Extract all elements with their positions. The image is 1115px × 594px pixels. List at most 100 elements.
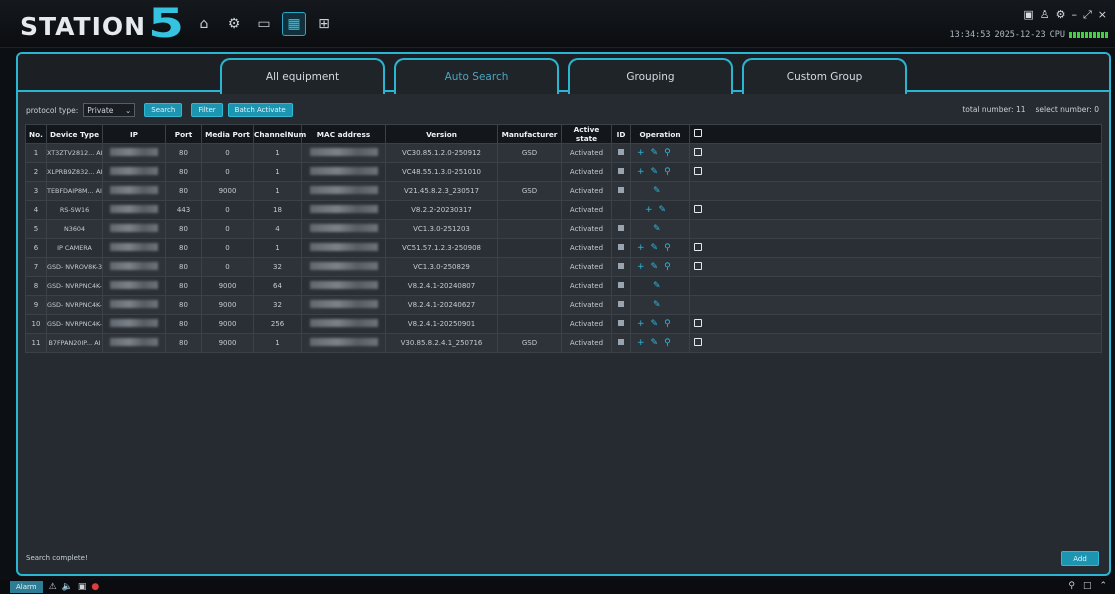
camera-icon[interactable]: ▭ — [252, 12, 276, 36]
gear-icon[interactable]: ⚙ — [1056, 8, 1066, 22]
id-card-icon[interactable] — [618, 149, 624, 155]
table-row[interactable]: 9GSD- NVRPNC4K-3... 80900032 V8.2.4.1-2024… — [25, 295, 1102, 315]
expand-icon[interactable]: ⌃ — [1099, 581, 1107, 591]
id-card-icon[interactable] — [618, 320, 624, 326]
cell-channel-num: 256 — [253, 314, 302, 334]
search-icon[interactable]: ⚲ — [664, 338, 671, 348]
col-header-operation[interactable]: Operation — [630, 124, 690, 144]
edit-icon[interactable]: ✎ — [653, 224, 661, 234]
add-icon[interactable]: + — [637, 338, 645, 348]
minimize-icon[interactable]: – — [1071, 8, 1077, 22]
col-header-id[interactable]: ID — [611, 124, 631, 144]
window-icon[interactable]: □ — [1083, 581, 1092, 591]
protocol-type-select[interactable]: Private ⌄ — [83, 103, 136, 117]
search-button[interactable]: Search — [144, 103, 183, 117]
cell-manufacturer — [497, 219, 562, 239]
col-header-version[interactable]: Version — [385, 124, 498, 144]
edit-icon[interactable]: ✎ — [653, 300, 661, 310]
cell-active-state: Activated — [561, 314, 612, 334]
user-icon[interactable]: ♙ — [1040, 8, 1050, 22]
edit-icon[interactable]: ✎ — [653, 186, 661, 196]
row-checkbox[interactable] — [694, 167, 702, 175]
id-card-icon[interactable] — [618, 263, 624, 269]
add-icon[interactable]: + — [637, 167, 645, 177]
table-row[interactable]: 6 IP CAMERA 80 0 1 VC51.57.1.2.3-250908 Activa… — [25, 238, 1102, 258]
add-icon[interactable]: + — [637, 262, 645, 272]
close-icon[interactable]: × — [1098, 8, 1107, 22]
id-card-icon[interactable] — [618, 225, 624, 231]
filter-button[interactable]: Filter — [191, 103, 223, 117]
add-icon[interactable]: + — [637, 148, 645, 158]
warning-icon[interactable]: ⚠ — [49, 582, 57, 592]
search-icon[interactable]: ⚲ — [664, 167, 671, 177]
grid-layout-icon[interactable]: ⊞ — [312, 12, 336, 36]
tab-all-equipment[interactable]: All equipment — [220, 58, 385, 94]
col-header-manufacturer[interactable]: Manufacturer — [497, 124, 562, 144]
edit-icon[interactable]: ✎ — [651, 167, 659, 177]
row-checkbox[interactable] — [694, 148, 702, 156]
table-row[interactable]: 4 RS-SW16 443 0 18 V8.2.2-20230317 Activated + ✎ — [25, 200, 1102, 220]
tab-grouping[interactable]: Grouping — [568, 58, 733, 94]
search-icon[interactable]: ⚲ — [664, 148, 671, 158]
edit-icon[interactable]: ✎ — [651, 338, 659, 348]
edit-icon[interactable]: ✎ — [653, 281, 661, 291]
col-header-media-port[interactable]: Media Port — [201, 124, 254, 144]
table-row[interactable]: 7GSD- NVROV8K-32... 80032 VC1.3.0-250829 Ac… — [25, 257, 1102, 277]
add-icon[interactable]: + — [645, 205, 653, 215]
id-card-icon[interactable] — [618, 339, 624, 345]
id-card-icon[interactable] — [618, 282, 624, 288]
id-card-icon[interactable] — [618, 168, 624, 174]
table-row[interactable]: 1 XT3ZTV2812... AI 80 0 1 VC30.85.1.2.0-25091… — [25, 143, 1102, 163]
speaker-icon[interactable]: 🔈 — [62, 582, 73, 592]
alarm-button[interactable]: Alarm — [10, 581, 43, 593]
add-icon[interactable]: + — [637, 243, 645, 253]
row-checkbox[interactable] — [694, 205, 702, 213]
col-header-no[interactable]: No. — [25, 124, 47, 144]
edit-icon[interactable]: ✎ — [651, 243, 659, 253]
alarm-bell-icon[interactable]: ● — [91, 582, 99, 592]
maximize-icon[interactable]: ⤢ — [1083, 8, 1092, 22]
edit-icon[interactable]: ✎ — [651, 262, 659, 272]
row-checkbox[interactable] — [694, 262, 702, 270]
operation-icons: + ✎ ⚲ — [632, 167, 689, 177]
table-row[interactable]: 10GSD- NVRPNC4K-2... 809000256 V8.2.4.1-20… — [25, 314, 1102, 334]
screen-icon[interactable]: ▣ — [78, 582, 87, 592]
home-icon[interactable]: ⌂ — [192, 12, 216, 36]
redacted-ip — [110, 338, 158, 346]
search-icon[interactable]: ⚲ — [664, 243, 671, 253]
table-row[interactable]: 8GSD- NVRPNC4K-6... 80900064 V8.2.4.1-2024… — [25, 276, 1102, 296]
search-icon[interactable]: ⚲ — [664, 319, 671, 329]
id-card-icon[interactable] — [618, 187, 624, 193]
col-header-port[interactable]: Port — [165, 124, 202, 144]
edit-icon[interactable]: ✎ — [651, 148, 659, 158]
table-row[interactable]: 3 TEBFDAIP8M... AI 80 9000 1 V21.45.8.2.3_230… — [25, 181, 1102, 201]
col-header-device-type[interactable]: Device Type — [46, 124, 103, 144]
device-manager-icon[interactable]: ▦ — [282, 12, 306, 36]
pin-icon[interactable]: ⚲ — [1068, 581, 1075, 591]
table-header-row: No. Device Type IP Port Media Port Chann… — [25, 124, 1102, 144]
col-header-ip[interactable]: IP — [102, 124, 166, 144]
row-checkbox[interactable] — [694, 319, 702, 327]
col-header-channel-num[interactable]: ChannelNum — [253, 124, 306, 144]
edit-icon[interactable]: ✎ — [659, 205, 667, 215]
add-button[interactable]: Add — [1061, 551, 1099, 566]
col-header-mac[interactable]: MAC address — [301, 124, 386, 144]
screen-icon[interactable]: ▣ — [1023, 8, 1033, 22]
tab-custom-group[interactable]: Custom Group — [742, 58, 907, 94]
row-checkbox[interactable] — [694, 338, 702, 346]
table-row[interactable]: 5 N3604 80 0 4 VC1.3.0-251203 Activated ✎ — [25, 219, 1102, 239]
search-icon[interactable]: ⚲ — [664, 262, 671, 272]
col-header-active-state[interactable]: Active state — [561, 124, 612, 144]
edit-icon[interactable]: ✎ — [651, 319, 659, 329]
id-card-icon[interactable] — [618, 301, 624, 307]
add-icon[interactable]: + — [637, 319, 645, 329]
settings-icon[interactable]: ⚙ — [222, 12, 246, 36]
id-card-icon[interactable] — [618, 244, 624, 250]
select-all-checkbox[interactable] — [694, 129, 702, 137]
select-all-checkbox-cell[interactable] — [689, 124, 1102, 144]
tab-auto-search[interactable]: Auto Search — [394, 58, 559, 94]
table-row[interactable]: 11 B7FPAN20IP... AI 80 9000 1 V30.85.8.2.4.1_… — [25, 333, 1102, 353]
batch-activate-button[interactable]: Batch Activate — [227, 103, 293, 117]
table-row[interactable]: 2 XLPRB9Z832... AI 80 0 1 VC48.55.1.3.0-25101… — [25, 162, 1102, 182]
row-checkbox[interactable] — [694, 243, 702, 251]
